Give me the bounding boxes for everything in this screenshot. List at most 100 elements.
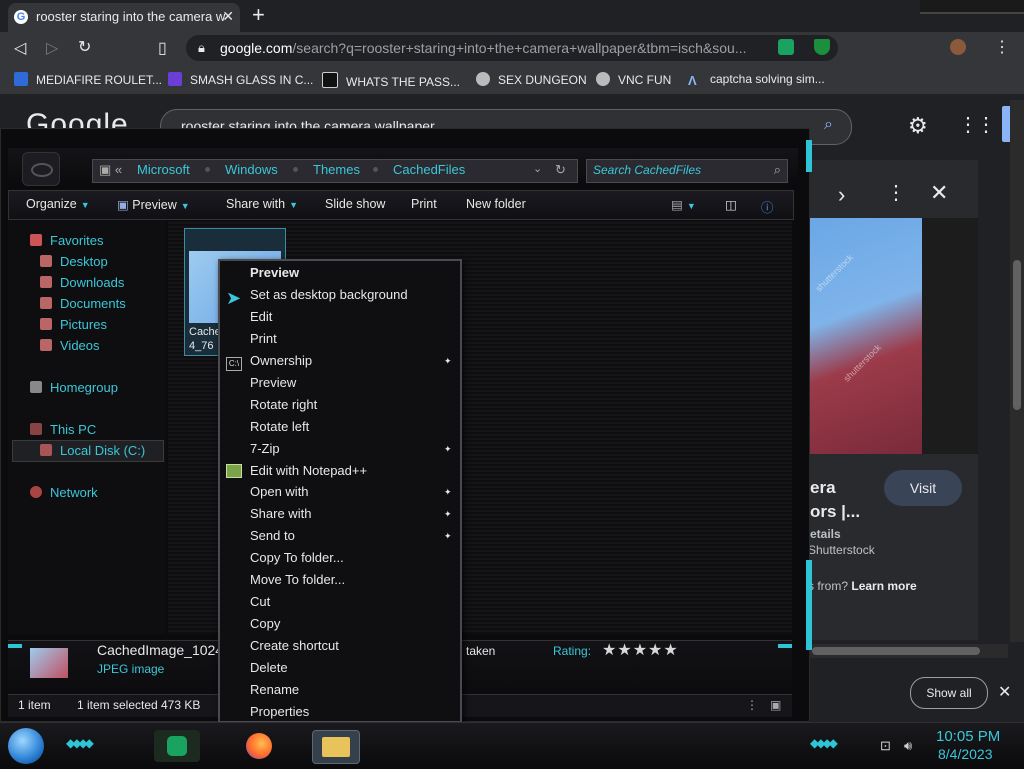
rating-stars[interactable]: ★★★★★ bbox=[602, 640, 679, 660]
bookmark-item[interactable]: SMASH GLASS IN C... bbox=[168, 72, 313, 87]
taskbar-notes-app[interactable] bbox=[154, 730, 200, 762]
close-preview-icon[interactable]: ✕ bbox=[930, 180, 948, 206]
menu-item-preview-2[interactable]: Preview bbox=[250, 375, 296, 390]
network-tray-icon[interactable]: ⊡ bbox=[880, 738, 891, 754]
bookmark-star-icon[interactable]: ▯ bbox=[158, 38, 167, 58]
bookmark-item[interactable]: VNC FUN bbox=[596, 72, 671, 87]
bookmark-item[interactable]: SEX DUNGEON bbox=[476, 72, 587, 87]
nav-favorites[interactable]: Favorites bbox=[30, 233, 103, 248]
menu-item-share-with[interactable]: Share with bbox=[250, 506, 311, 521]
menu-item-ownership[interactable]: Ownership bbox=[250, 353, 312, 368]
help-icon[interactable]: ⓘ bbox=[761, 197, 774, 216]
page-scrollbar[interactable] bbox=[1010, 100, 1024, 642]
menu-item-send-to[interactable]: Send to bbox=[250, 528, 295, 543]
close-tab-icon[interactable]: ✕ bbox=[222, 8, 234, 25]
bookmark-item[interactable]: MEDIAFIRE ROULET... bbox=[14, 72, 162, 87]
rooster-preview-image[interactable]: shutterstock shutterstock bbox=[808, 218, 922, 454]
start-button[interactable] bbox=[8, 728, 44, 764]
menu-item-copy-to-folder[interactable]: Copy To folder... bbox=[250, 550, 344, 565]
details-view-icon[interactable]: ⋮ bbox=[746, 698, 758, 712]
more-options-icon[interactable]: ⋮ bbox=[886, 180, 906, 205]
preview-button[interactable]: ▣ Preview ▼ bbox=[117, 197, 190, 212]
refresh-icon[interactable]: ↻ bbox=[555, 162, 566, 178]
slide-show-button[interactable]: Slide show bbox=[325, 197, 385, 211]
shield-extension-icon[interactable] bbox=[814, 39, 830, 55]
menu-item-move-to-folder[interactable]: Move To folder... bbox=[250, 572, 345, 587]
bookmark-gear-icon bbox=[476, 72, 490, 86]
menu-item-rename[interactable]: Rename bbox=[250, 682, 299, 697]
new-tab-button[interactable]: + bbox=[252, 3, 265, 27]
menu-item-copy[interactable]: Copy bbox=[250, 616, 280, 631]
menu-item-rotate-left[interactable]: Rotate left bbox=[250, 419, 309, 434]
menu-item-7zip[interactable]: 7-Zip bbox=[250, 441, 280, 456]
chevron-down-icon[interactable]: ⌄ bbox=[533, 162, 542, 175]
close-icon[interactable]: ✕ bbox=[998, 682, 1011, 702]
breadcrumb-item[interactable]: Microsoft bbox=[137, 162, 190, 177]
menu-item-create-shortcut[interactable]: Create shortcut bbox=[250, 638, 339, 653]
nav-videos[interactable]: Videos bbox=[40, 338, 100, 353]
settings-gear-icon[interactable]: ⚙ bbox=[908, 113, 928, 139]
window-accent bbox=[806, 560, 812, 650]
organize-button[interactable]: Organize ▼ bbox=[26, 197, 90, 211]
print-button[interactable]: Print bbox=[411, 197, 437, 211]
horizontal-scrollbar[interactable] bbox=[808, 644, 1008, 658]
explorer-address-bar[interactable]: ▣ « Microsoft Windows Themes CachedFiles… bbox=[92, 159, 578, 183]
nav-this-pc[interactable]: This PC bbox=[30, 422, 96, 437]
scrollbar-thumb[interactable] bbox=[812, 647, 980, 655]
search-icon[interactable]: ⌕ bbox=[774, 162, 781, 178]
image-source-note: s from? Learn more bbox=[808, 579, 917, 593]
clock-date[interactable]: 8/4/2023 bbox=[938, 746, 993, 762]
nav-homegroup[interactable]: Homegroup bbox=[30, 380, 118, 395]
back-icon[interactable]: ◁ bbox=[14, 38, 26, 58]
preview-pane-icon[interactable]: ◫ bbox=[725, 197, 737, 212]
menu-item-cut[interactable]: Cut bbox=[250, 594, 270, 609]
breadcrumb-item[interactable]: Themes bbox=[313, 162, 360, 177]
volume-icon[interactable]: 🔊︎ bbox=[904, 738, 912, 754]
menu-item-set-desktop-background[interactable]: Set as desktop background bbox=[250, 287, 408, 302]
profile-avatar[interactable] bbox=[950, 39, 966, 55]
browser-tab[interactable]: G rooster staring into the camera wa ✕ bbox=[8, 3, 240, 32]
view-options-icon[interactable]: ▤ ▼ bbox=[671, 197, 696, 212]
search-icon[interactable]: ⌕ bbox=[824, 116, 833, 134]
extension-icon-green[interactable] bbox=[778, 39, 794, 55]
menu-item-rotate-right[interactable]: Rotate right bbox=[250, 397, 317, 412]
explorer-search-box[interactable]: Search CachedFiles ⌕ bbox=[586, 159, 788, 183]
nav-local-disk[interactable]: Local Disk (C:) bbox=[40, 443, 145, 458]
taskbar-firefox[interactable] bbox=[236, 730, 282, 762]
reload-icon[interactable]: ↻ bbox=[78, 37, 91, 57]
bookmark-item[interactable]: WHATS THE PASS... bbox=[322, 72, 460, 89]
menu-item-print[interactable]: Print bbox=[250, 331, 277, 346]
nav-documents[interactable]: Documents bbox=[40, 296, 126, 311]
thumbnail-view-icon[interactable]: ▣ bbox=[770, 698, 781, 712]
menu-item-properties[interactable]: Properties bbox=[250, 704, 309, 719]
next-image-icon[interactable]: › bbox=[838, 182, 845, 208]
share-with-button[interactable]: Share with ▼ bbox=[226, 197, 298, 211]
menu-item-open-with[interactable]: Open with bbox=[250, 484, 309, 499]
nav-desktop[interactable]: Desktop bbox=[40, 254, 108, 269]
learn-more-link[interactable]: Learn more bbox=[851, 579, 916, 593]
chrome-menu-icon[interactable]: ⋮ bbox=[994, 37, 1010, 57]
selected-file-name: CachedImage_1024 bbox=[97, 642, 224, 658]
breadcrumb-item[interactable]: CachedFiles bbox=[393, 162, 465, 177]
window-titlebar-edge bbox=[920, 0, 1024, 14]
new-folder-button[interactable]: New folder bbox=[466, 197, 526, 211]
nav-network[interactable]: Network bbox=[30, 485, 98, 500]
back-forward-orb-icon[interactable] bbox=[22, 152, 60, 186]
menu-item-edit[interactable]: Edit bbox=[250, 309, 272, 324]
breadcrumb-item[interactable]: Windows bbox=[225, 162, 278, 177]
nav-pictures[interactable]: Pictures bbox=[40, 317, 107, 332]
forward-icon[interactable]: ▷ bbox=[46, 38, 58, 58]
menu-item-preview[interactable]: Preview bbox=[250, 265, 299, 280]
source-label[interactable]: Shutterstock bbox=[808, 543, 875, 557]
clock-time[interactable]: 10:05 PM bbox=[936, 728, 1000, 745]
visit-button[interactable]: Visit bbox=[884, 470, 962, 506]
bookmark-item[interactable]: Λcaptcha solving sim... bbox=[688, 72, 825, 88]
menu-item-delete[interactable]: Delete bbox=[250, 660, 288, 675]
scrollbar-thumb[interactable] bbox=[1013, 260, 1021, 410]
address-bar[interactable]: 🔒︎ google.com/search?q=rooster+staring+i… bbox=[186, 35, 838, 61]
menu-item-edit-notepad[interactable]: Edit with Notepad++ bbox=[250, 463, 367, 478]
taskbar-file-explorer[interactable] bbox=[312, 730, 360, 764]
nav-downloads[interactable]: Downloads bbox=[40, 275, 124, 290]
show-all-button[interactable]: Show all bbox=[910, 677, 988, 709]
preview-title[interactable]: era ors |... bbox=[810, 476, 860, 524]
